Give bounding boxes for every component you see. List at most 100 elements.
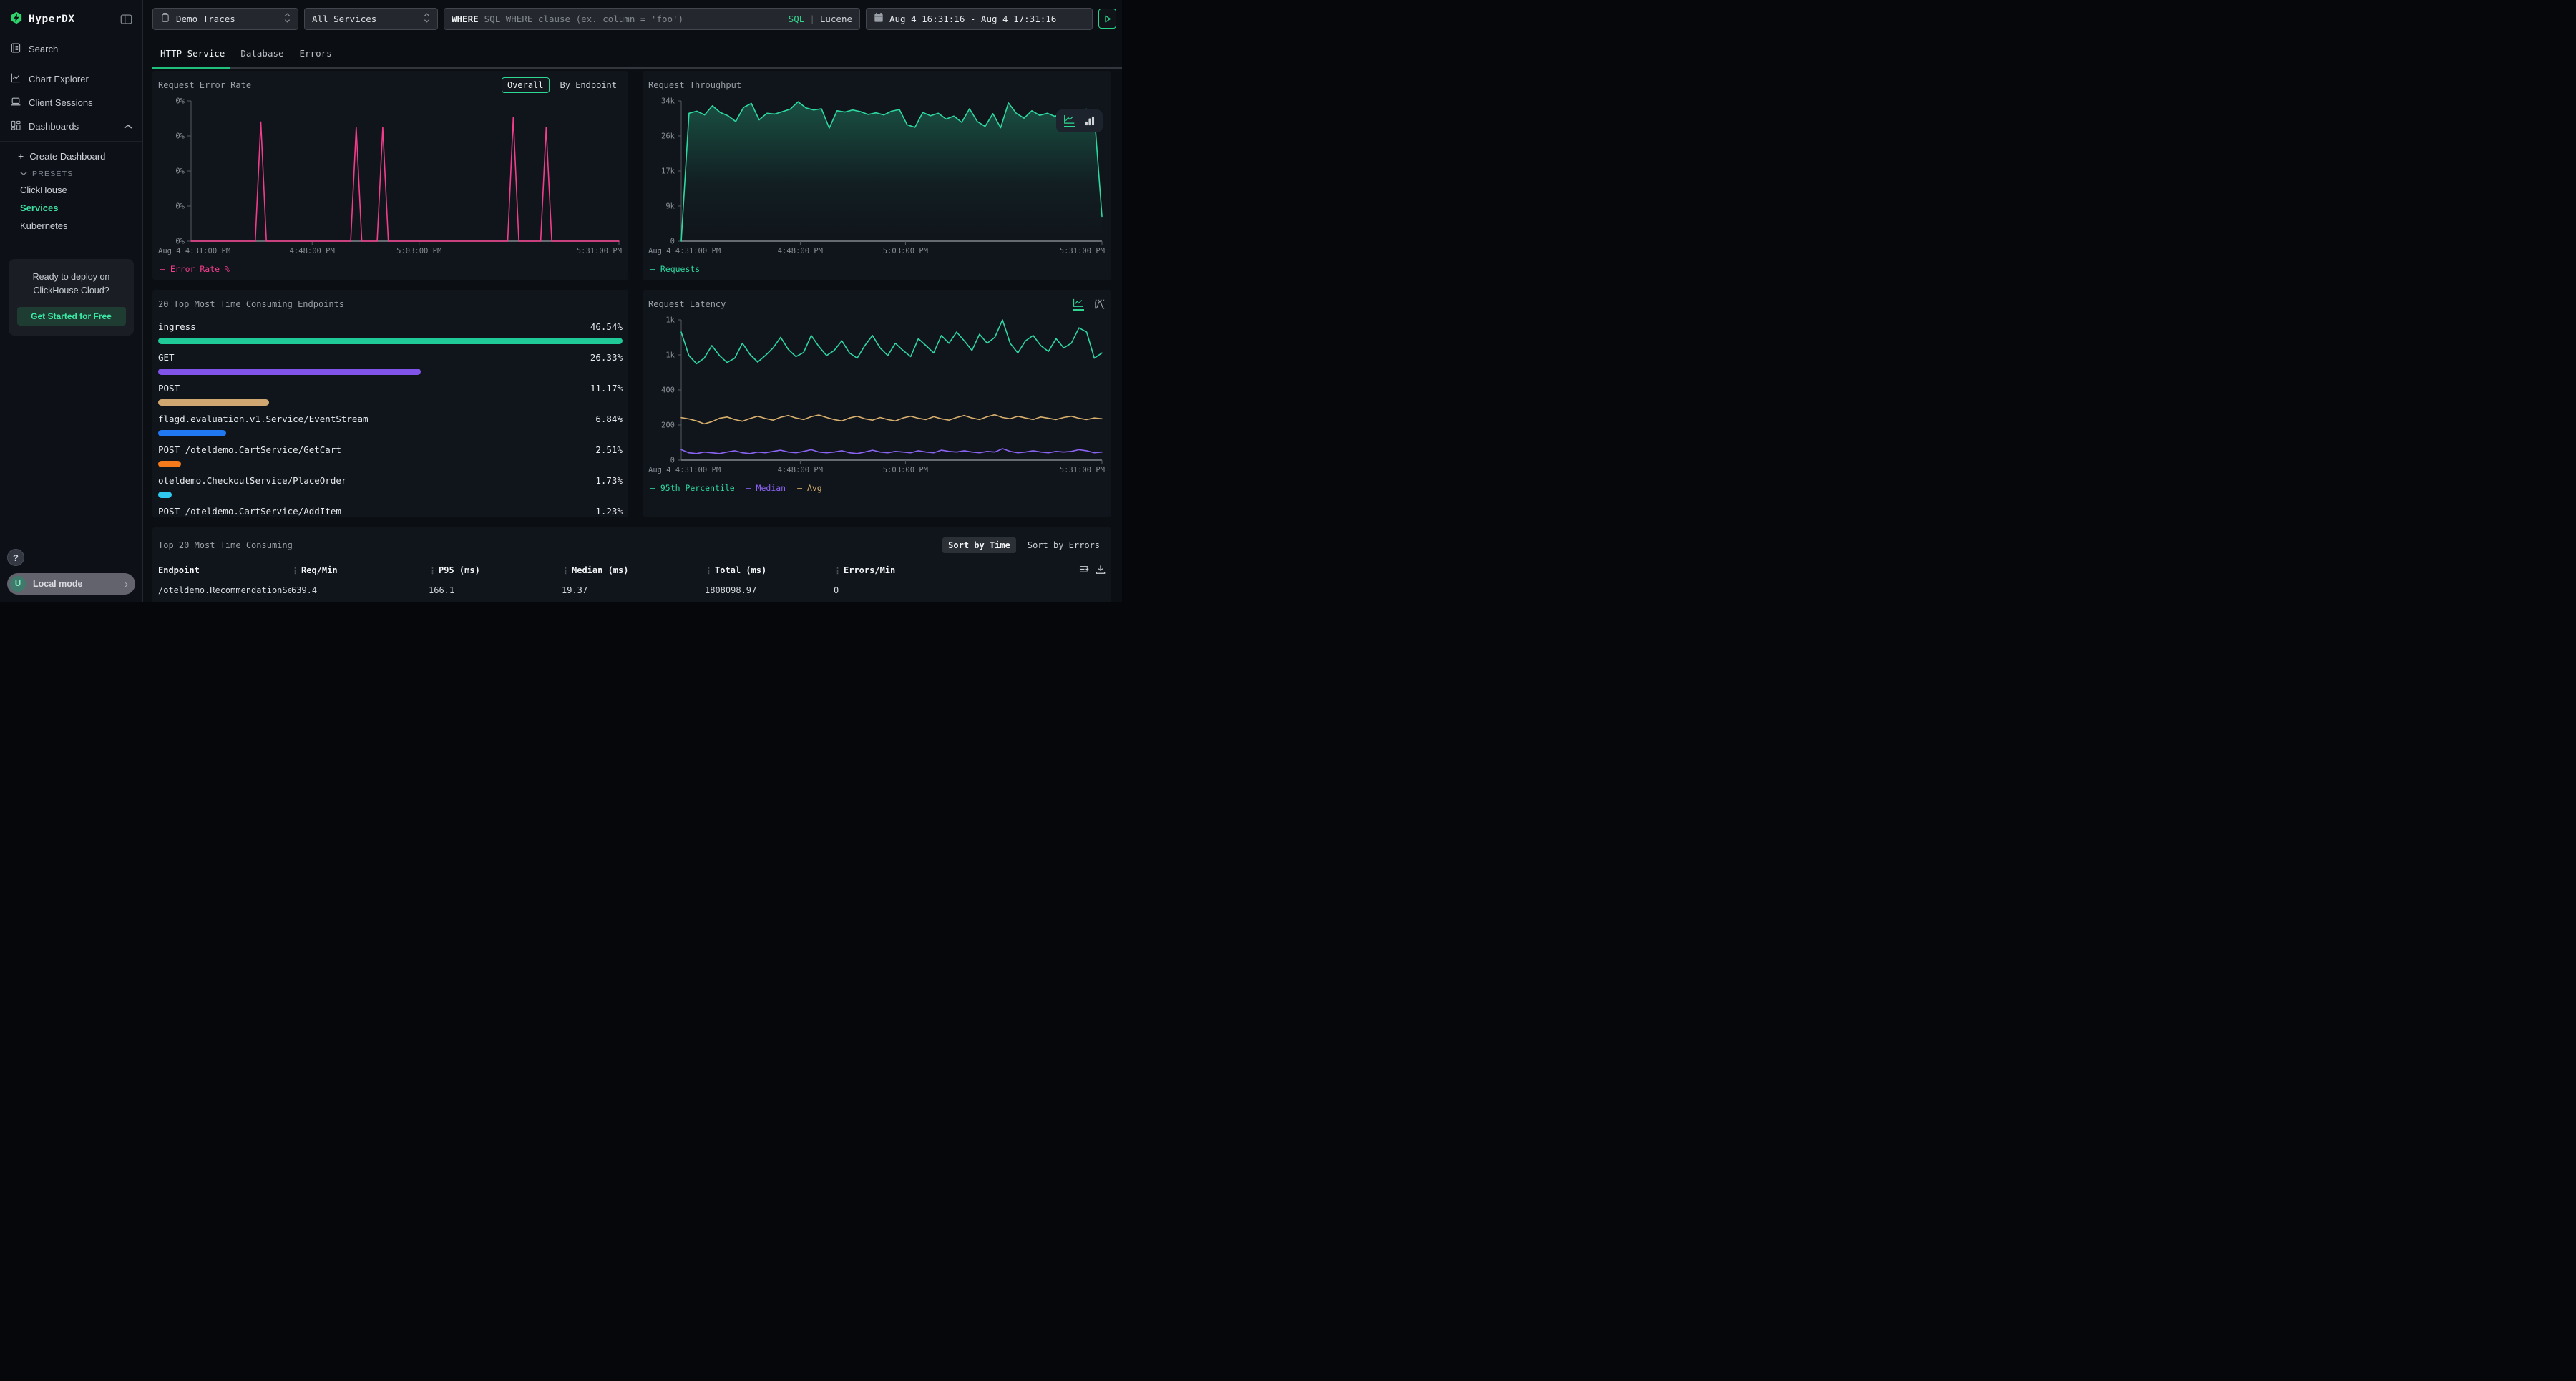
sort-by-errors-button[interactable]: Sort by Errors [1022, 537, 1106, 553]
column-header[interactable]: ⋮Req/Min [291, 565, 429, 575]
panel-title: Top 20 Most Time Consuming [158, 540, 293, 550]
svg-text:4:48:00 PM: 4:48:00 PM [778, 247, 823, 255]
tab-http-service[interactable]: HTTP Service [152, 39, 233, 67]
column-header[interactable]: ⋮Errors/Min [834, 565, 1074, 575]
table-header-row: Endpoint⋮Req/Min⋮P95 (ms)⋮Median (ms)⋮To… [158, 560, 1106, 580]
presets-toggle[interactable]: PRESETS [0, 166, 142, 181]
endpoint-item[interactable]: POST /oteldemo.CartService/GetCart2.51% [158, 444, 623, 467]
column-header[interactable]: ⋮Median (ms) [562, 565, 705, 575]
svg-text:0%: 0% [175, 238, 185, 246]
sidebar-item-chart-explorer[interactable]: Chart Explorer [0, 67, 142, 91]
endpoint-percent: 6.84% [595, 414, 623, 425]
top-endpoints-panel: 20 Top Most Time Consuming Endpoints ing… [152, 290, 628, 517]
sort-by-time-button[interactable]: Sort by Time [942, 537, 1016, 553]
sidebar-item-search[interactable]: Search [0, 37, 142, 61]
expand-rows-icon[interactable] [1079, 565, 1090, 577]
lucene-mode-button[interactable]: Lucene [820, 14, 852, 24]
sidebar-preset-services[interactable]: Services [0, 199, 142, 217]
svg-text:0: 0 [670, 238, 675, 246]
drag-grip-icon[interactable]: ⋮ [562, 566, 568, 575]
histogram-icon[interactable] [1094, 299, 1106, 309]
drag-grip-icon[interactable]: ⋮ [291, 566, 298, 575]
endpoint-percent: 11.17% [590, 383, 623, 394]
service-select[interactable]: All Services [304, 8, 438, 30]
endpoint-item[interactable]: oteldemo.CheckoutService/PlaceOrder1.73% [158, 475, 623, 498]
error-rate-chart[interactable]: 0%0%0%0%0%Aug 4 4:31:00 PM4:48:00 PM5:03… [158, 94, 623, 263]
sidebar-item-label: Chart Explorer [29, 74, 89, 84]
endpoint-percent: 2.51% [595, 444, 623, 456]
by-endpoint-toggle-button[interactable]: By Endpoint [555, 77, 623, 93]
main-area: Demo Traces All Services WHERE SQL WHERE… [143, 0, 1122, 602]
get-started-button[interactable]: Get Started for Free [17, 307, 126, 326]
bar-chart-icon[interactable] [1084, 116, 1096, 126]
svg-text:34k: 34k [661, 97, 675, 106]
svg-text:Aug 4 4:31:00 PM: Aug 4 4:31:00 PM [158, 247, 230, 255]
throughput-chart[interactable]: 34k26k17k9k0Aug 4 4:31:00 PM4:48:00 PM5:… [648, 94, 1106, 263]
run-query-button[interactable] [1098, 9, 1116, 29]
service-select-value: All Services [312, 14, 376, 24]
sidebar-preset-kubernetes[interactable]: Kubernetes [0, 217, 142, 235]
tab-database[interactable]: Database [233, 39, 291, 67]
download-icon[interactable] [1096, 565, 1106, 577]
endpoint-item[interactable]: GET26.33% [158, 352, 623, 375]
dashboard-tabs: HTTP Service Database Errors [143, 37, 1122, 69]
endpoint-bar [158, 338, 623, 344]
svg-text:5:31:00 PM: 5:31:00 PM [577, 247, 622, 255]
clickhouse-cloud-promo: Ready to deploy on ClickHouse Cloud? Get… [9, 259, 134, 336]
sql-mode-button[interactable]: SQL [789, 14, 805, 24]
source-select[interactable]: Demo Traces [152, 8, 298, 30]
sidebar-item-client-sessions[interactable]: Client Sessions [0, 91, 142, 114]
drag-grip-icon[interactable]: ⋮ [834, 566, 840, 575]
where-prefix-label: WHERE [452, 14, 479, 24]
presets-label: PRESETS [32, 170, 73, 178]
chart-type-switcher [1056, 109, 1103, 132]
endpoint-item[interactable]: flagd.evaluation.v1.Service/EventStream6… [158, 414, 623, 436]
svg-text:5:31:00 PM: 5:31:00 PM [1060, 466, 1105, 474]
endpoint-item[interactable]: POST /oteldemo.CartService/AddItem1.23% [158, 506, 623, 517]
help-button[interactable]: ? [7, 549, 24, 566]
endpoint-item[interactable]: ingress46.54% [158, 321, 623, 344]
endpoint-bar [158, 369, 421, 375]
endpoint-name: oteldemo.CheckoutService/PlaceOrder [158, 475, 346, 487]
source-select-value: Demo Traces [176, 14, 235, 24]
sidebar-item-dashboards[interactable]: Dashboards [0, 114, 142, 138]
create-dashboard-label: Create Dashboard [29, 151, 105, 162]
user-menu[interactable]: U Local mode › [7, 573, 135, 595]
tabs-track [152, 67, 1122, 69]
create-dashboard-button[interactable]: + Create Dashboard [0, 145, 142, 166]
sidebar: HyperDX Search Chart Explorer Client Ses… [0, 0, 143, 602]
column-header[interactable]: ⋮Total (ms) [705, 565, 834, 575]
svg-text:400: 400 [661, 386, 675, 395]
svg-text:5:03:00 PM: 5:03:00 PM [883, 247, 928, 255]
avatar: U [10, 576, 26, 592]
drag-grip-icon[interactable]: ⋮ [429, 566, 435, 575]
latency-chart[interactable]: 1k1k4002000Aug 4 4:31:00 PM4:48:00 PM5:0… [648, 313, 1106, 482]
time-range-picker[interactable]: Aug 4 16:31:16 - Aug 4 17:31:16 [866, 8, 1093, 30]
svg-text:4:48:00 PM: 4:48:00 PM [290, 247, 335, 255]
throughput-panel: Request Throughput 34k26k17k9k0Aug 4 4:3… [643, 71, 1111, 280]
column-header[interactable]: Endpoint [158, 565, 291, 575]
column-header[interactable]: ⋮P95 (ms) [429, 565, 562, 575]
where-clause-input[interactable]: WHERE SQL WHERE clause (ex. column = 'fo… [444, 8, 860, 30]
svg-text:9k: 9k [665, 202, 675, 211]
line-chart-icon[interactable] [1073, 298, 1084, 311]
panel-title: Request Error Rate [158, 80, 251, 90]
line-chart-icon[interactable] [1063, 114, 1075, 127]
error-rate-legend: — Error Rate % [158, 264, 623, 274]
endpoint-item[interactable]: POST11.17% [158, 383, 623, 406]
collapse-sidebar-icon[interactable] [120, 14, 132, 25]
table-row[interactable]: /oteldemo.RecommendationServ639.4166.119… [158, 580, 1106, 600]
endpoints-table: Endpoint⋮Req/Min⋮P95 (ms)⋮Median (ms)⋮To… [158, 560, 1106, 600]
svg-text:5:03:00 PM: 5:03:00 PM [883, 466, 928, 474]
table-cell: 166.1 [429, 585, 562, 595]
hyperdx-app: HyperDX Search Chart Explorer Client Ses… [0, 0, 1122, 602]
drag-grip-icon[interactable]: ⋮ [705, 566, 711, 575]
panel-title: Request Throughput [648, 80, 741, 90]
panel-title: Request Latency [648, 299, 726, 309]
tab-errors[interactable]: Errors [292, 39, 340, 67]
overall-toggle-button[interactable]: Overall [502, 77, 550, 93]
sidebar-preset-clickhouse[interactable]: ClickHouse [0, 181, 142, 199]
endpoint-bar [158, 461, 181, 467]
topbar: Demo Traces All Services WHERE SQL WHERE… [143, 0, 1122, 37]
throughput-legend: — Requests [648, 264, 1106, 274]
